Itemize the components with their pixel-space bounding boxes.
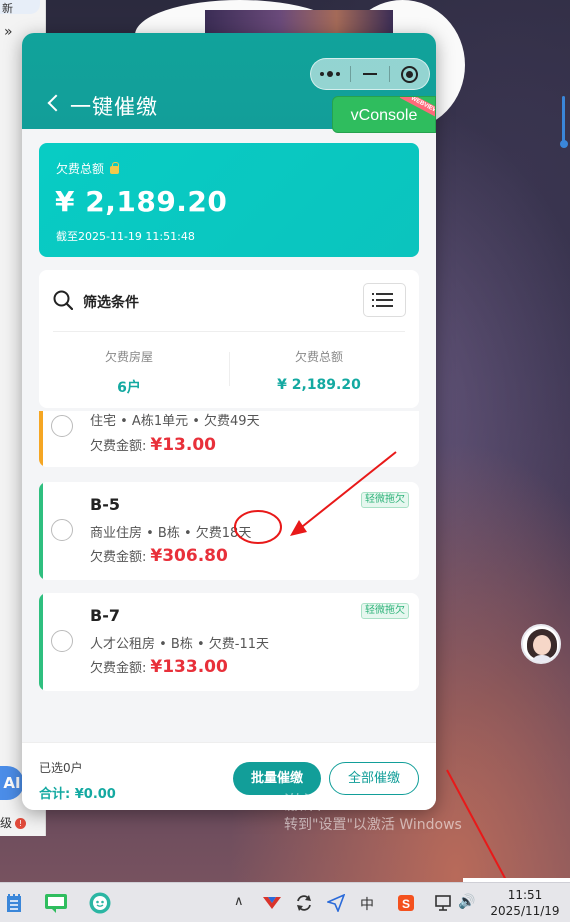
activation-watermark-subtitle: 转到"设置"以激活 Windows — [284, 817, 462, 833]
svg-text:S: S — [402, 897, 410, 911]
status-badge: 轻微拖欠 — [361, 492, 409, 508]
minimize-icon — [363, 73, 377, 75]
row-info: 人才公租房 • B栋 • 欠费-11天 — [90, 637, 270, 652]
input-method-indicator[interactable]: 中 — [360, 894, 374, 914]
desktop-wallpaper-photo — [205, 10, 393, 34]
row-accent-bar — [39, 593, 43, 691]
row-amount: 欠费金额: ¥306.80 — [90, 546, 228, 566]
stat-total-value: ¥ 2,189.20 — [277, 377, 361, 393]
filter-title: 筛选条件 — [83, 295, 139, 311]
side-panel-level: 级! — [0, 814, 27, 831]
assistant-avatar[interactable] — [521, 624, 561, 664]
select-radio[interactable] — [51, 415, 73, 437]
nav-header: 一键催缴 vConsole WEBVIEW — [22, 33, 436, 133]
arrears-total-amount: ¥ 2,189.20 — [55, 185, 228, 218]
arrears-as-of-date: 截至2025-11-19 11:51:48 — [56, 230, 195, 243]
arrears-label: 欠费总额 — [56, 160, 120, 177]
arrears-summary-card: 欠费总额 ¥ 2,189.20 截至2025-11-19 11:51:48 — [39, 143, 419, 257]
sync-tray-icon[interactable] — [292, 891, 316, 915]
list-item[interactable]: B-7 轻微拖欠 人才公租房 • B栋 • 欠费-11天 欠费金额: ¥133.0… — [39, 593, 419, 691]
more-menu-button[interactable] — [311, 59, 350, 89]
list-item[interactable]: B-5 轻微拖欠 商业住房 • B栋 • 欠费18天 欠费金额: ¥306.80 — [39, 482, 419, 580]
selected-total: 合计: ¥0.00 — [39, 787, 116, 802]
activation-watermark-title: 激活 Windows — [284, 793, 405, 814]
list-item[interactable]: 住宅 • A栋1单元 • 欠费49天 欠费金额: ¥13.00 — [39, 411, 419, 467]
stat-total: 欠费总额 ¥ 2,189.20 — [229, 348, 409, 393]
close-circle-icon — [401, 65, 419, 83]
list-icon — [372, 293, 393, 295]
row-amount-value: ¥306.80 — [150, 546, 228, 566]
antivirus-tray-icon[interactable] — [260, 891, 284, 915]
taskbar: ∧ 中 S 🔊 11:51 2025/11/19 — [0, 882, 570, 922]
stat-houses: 欠费房屋 6户 — [39, 348, 219, 397]
divider — [53, 331, 405, 332]
expand-chevron-icon[interactable]: » — [4, 24, 13, 40]
row-house-name: B-7 — [90, 606, 120, 625]
tray-chevron-up-icon[interactable]: ∧ — [234, 894, 244, 909]
stat-houses-value: 6户 — [117, 380, 141, 396]
row-house-name: B-5 — [90, 495, 120, 514]
minimize-button[interactable] — [351, 59, 390, 89]
desktop-scrollbar[interactable] — [562, 96, 565, 144]
chat-app-icon[interactable] — [44, 891, 68, 915]
capsule-menu — [310, 58, 430, 90]
row-accent-bar — [39, 482, 43, 580]
page-title: 一键催缴 — [70, 95, 158, 119]
row-amount: 欠费金额: ¥133.00 — [90, 657, 228, 677]
assistant-app-icon[interactable] — [88, 891, 112, 915]
send-tray-icon[interactable] — [324, 891, 348, 915]
volume-icon[interactable]: 🔊 — [458, 894, 475, 910]
row-info: 住宅 • A栋1单元 • 欠费49天 — [90, 414, 260, 429]
clock-time: 11:51 — [507, 888, 543, 902]
vconsole-button[interactable]: vConsole WEBVIEW — [332, 96, 436, 133]
vconsole-label: vConsole — [350, 107, 418, 124]
back-arrow-icon[interactable] — [47, 94, 65, 112]
search-icon — [53, 290, 73, 310]
side-panel-tab[interactable]: 新 — [0, 0, 40, 15]
level-label: 级 — [0, 816, 13, 830]
alert-icon: ! — [15, 818, 27, 829]
lock-icon — [110, 162, 120, 174]
select-radio[interactable] — [51, 630, 73, 652]
stat-houses-label: 欠费房屋 — [104, 350, 153, 364]
row-amount: 欠费金额: ¥13.00 — [90, 435, 216, 455]
filter-card: 筛选条件 欠费房屋 6户 欠费总额 ¥ 2,189.20 — [39, 270, 419, 408]
sogou-tray-icon[interactable]: S — [394, 891, 418, 915]
desktop-scrollbar-handle[interactable] — [560, 140, 568, 148]
ai-assistant-icon[interactable]: AI — [0, 766, 24, 800]
network-icon[interactable] — [432, 891, 456, 915]
row-info: 商业住房 • B栋 • 欠费18天 — [90, 526, 252, 541]
row-accent-bar — [39, 411, 43, 467]
status-badge: 轻微拖欠 — [361, 603, 409, 619]
clock[interactable]: 11:51 2025/11/19 — [490, 887, 560, 919]
close-button[interactable] — [390, 59, 429, 89]
notepad-icon[interactable] — [2, 891, 26, 915]
arrears-list[interactable]: 住宅 • A栋1单元 • 欠费49天 欠费金额: ¥13.00 B-5 轻微拖欠 … — [22, 411, 436, 742]
more-dots-icon — [320, 71, 341, 77]
row-amount-value: ¥133.00 — [150, 657, 228, 677]
row-amount-value: ¥13.00 — [150, 435, 216, 455]
select-radio[interactable] — [51, 519, 73, 541]
clock-date: 2025/11/19 — [490, 904, 560, 918]
miniprogram-window: 一键催缴 vConsole WEBVIEW 欠费总额 ¥ 2,189.20 截至… — [22, 33, 436, 810]
selected-count: 已选0户 — [39, 761, 83, 775]
filter-list-button[interactable] — [363, 283, 406, 317]
stat-total-label: 欠费总额 — [294, 350, 343, 364]
